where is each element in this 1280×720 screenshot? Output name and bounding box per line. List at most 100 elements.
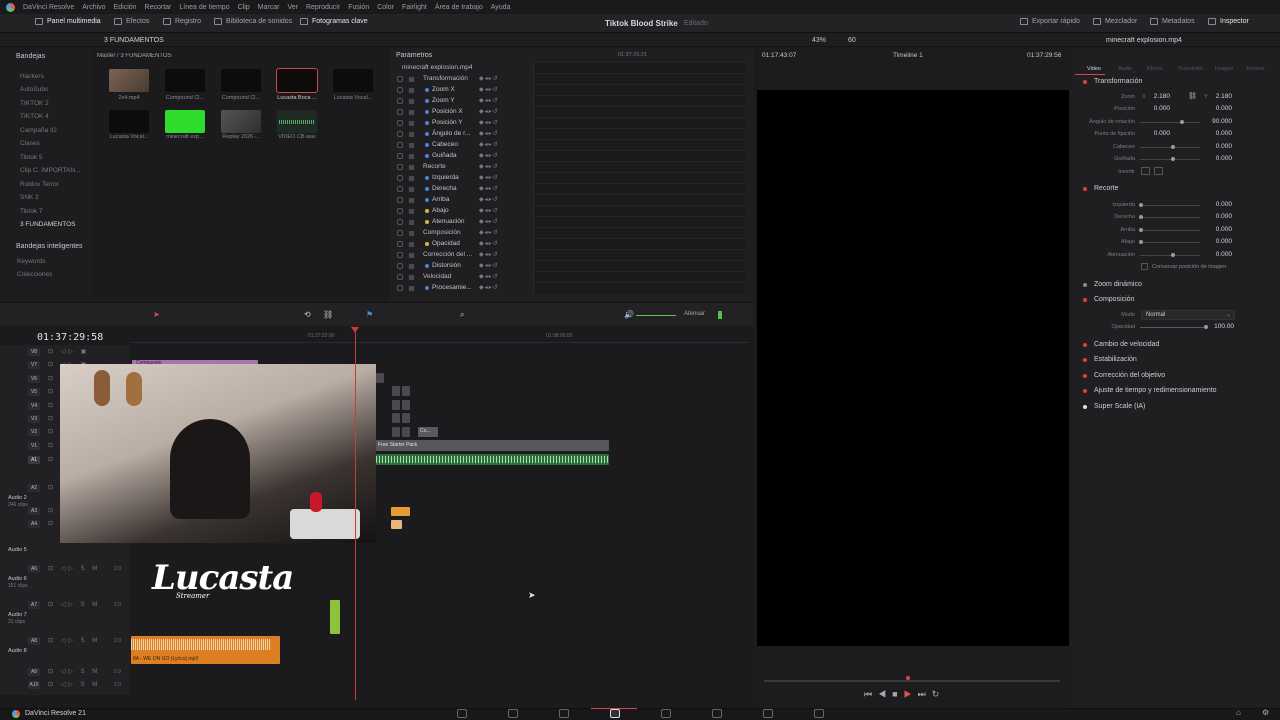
deliver-page-icon[interactable] bbox=[814, 709, 824, 718]
video-clip[interactable] bbox=[402, 427, 410, 437]
tab-image[interactable]: Imagen bbox=[1215, 66, 1233, 72]
crop-bottom-knob[interactable] bbox=[1139, 240, 1143, 244]
keyframe-nav-icon[interactable]: ◆◂▸↺ bbox=[479, 284, 499, 291]
a1-audio-clip[interactable] bbox=[376, 454, 609, 465]
track-tag[interactable]: V8 bbox=[28, 348, 40, 356]
track-controls-icon[interactable]: ⊡ ◁▷ S M bbox=[48, 637, 100, 644]
bin-item[interactable]: Hackers bbox=[20, 73, 44, 80]
lock-icon[interactable] bbox=[409, 143, 414, 148]
lock-icon[interactable] bbox=[409, 77, 414, 82]
track-tag[interactable]: A6 bbox=[28, 565, 40, 573]
mixer-button[interactable]: Mezclador bbox=[1093, 18, 1137, 25]
keyframe-nav-icon[interactable]: ◆◂▸↺ bbox=[479, 86, 499, 93]
menu-workspace[interactable]: Área de trabajo bbox=[435, 4, 483, 11]
viewer-scrubber[interactable] bbox=[764, 680, 1060, 682]
yaw-slider[interactable] bbox=[1140, 159, 1200, 160]
lock-icon[interactable] bbox=[409, 88, 414, 93]
pivot-y-value[interactable]: 0.000 bbox=[1202, 130, 1232, 137]
crop-bottom-slider[interactable] bbox=[1140, 242, 1200, 243]
playhead-handle[interactable] bbox=[351, 327, 359, 333]
viewer-playhead-marker[interactable] bbox=[906, 676, 910, 680]
media-page-icon[interactable] bbox=[457, 709, 467, 718]
crop-bottom-value[interactable]: 0.000 bbox=[1202, 238, 1232, 245]
fusion-page-icon[interactable] bbox=[661, 709, 671, 718]
lock-icon[interactable] bbox=[409, 154, 414, 159]
crop-right-value[interactable]: 0.000 bbox=[1202, 213, 1232, 220]
bin-item[interactable]: Roblox Terror bbox=[20, 181, 59, 188]
lock-icon[interactable] bbox=[409, 99, 414, 104]
crop-top-slider[interactable] bbox=[1140, 230, 1200, 231]
menu-view[interactable]: Ver bbox=[287, 4, 298, 11]
section-disabled-icon[interactable] bbox=[1083, 283, 1087, 287]
a8-audio-clip[interactable]: 8A - WE ON GO (Lyrics).mp3 bbox=[131, 636, 280, 664]
link-clips-icon[interactable]: ⛓ bbox=[323, 310, 333, 319]
bin-item[interactable]: TIKTOK 2 bbox=[20, 100, 49, 107]
param-row[interactable]: Posición X ◆◂▸↺ bbox=[393, 107, 505, 118]
retain-checkbox[interactable] bbox=[1141, 263, 1148, 270]
param-row[interactable]: Cabeceo ◆◂▸↺ bbox=[393, 140, 505, 151]
keyframe-toggle-icon[interactable] bbox=[397, 131, 403, 137]
volume-slider[interactable] bbox=[636, 315, 676, 316]
clip-thumbnail[interactable] bbox=[109, 69, 149, 92]
menu-trim[interactable]: Recortar bbox=[145, 4, 172, 11]
audio-track-header[interactable]: Audio 5 bbox=[0, 547, 130, 559]
menu-playback[interactable]: Reproducir bbox=[306, 4, 340, 11]
keyframe-nav-icon[interactable]: ◆◂▸↺ bbox=[479, 240, 499, 247]
pivot-x-value[interactable]: 0.000 bbox=[1140, 130, 1170, 137]
speed-change-title[interactable]: Cambio de velocidad bbox=[1094, 341, 1159, 348]
keyframe-nav-icon[interactable]: ◆◂▸↺ bbox=[479, 119, 499, 126]
video-clip[interactable] bbox=[392, 400, 400, 410]
menu-clip[interactable]: Clip bbox=[238, 4, 250, 11]
media-pool-button[interactable]: Panel multimedia bbox=[35, 18, 101, 25]
tab-video[interactable]: Video bbox=[1087, 66, 1101, 72]
keyframe-toggle-icon[interactable] bbox=[397, 208, 403, 214]
metadata-button[interactable]: Metadatos bbox=[1150, 18, 1195, 25]
param-row[interactable]: Zoom X ◆◂▸↺ bbox=[393, 85, 505, 96]
track-tag[interactable]: V4 bbox=[28, 401, 40, 410]
index-button[interactable]: Registro bbox=[163, 18, 201, 25]
flip-vertical-icon[interactable] bbox=[1154, 167, 1163, 175]
opacity-slider[interactable] bbox=[1140, 327, 1208, 328]
keyframe-toggle-icon[interactable] bbox=[397, 186, 403, 192]
pitch-slider-knob[interactable] bbox=[1171, 145, 1175, 149]
clip-thumbnail[interactable] bbox=[165, 69, 205, 92]
track-tag[interactable]: A3 bbox=[28, 507, 40, 515]
flip-horizontal-icon[interactable] bbox=[1141, 167, 1150, 175]
zoom-icon[interactable]: ⌕ bbox=[460, 310, 464, 320]
clip-thumbnail[interactable] bbox=[221, 69, 261, 92]
video-track-header[interactable]: V8 ⊡ ◁▷ ▣ bbox=[0, 348, 130, 360]
keyframe-nav-icon[interactable]: ◆◂▸↺ bbox=[479, 174, 499, 181]
section-enabled-icon[interactable] bbox=[1083, 187, 1087, 191]
lock-icon[interactable] bbox=[409, 286, 414, 291]
bin-item[interactable]: AutoSubs bbox=[20, 86, 48, 93]
menu-file[interactable]: Archivo bbox=[82, 4, 105, 11]
keyframes-button[interactable]: Fotogramas clave bbox=[300, 18, 368, 25]
tab-audio[interactable]: Audio bbox=[1118, 66, 1132, 72]
keyframe-toggle-icon[interactable] bbox=[397, 274, 403, 280]
bin-item[interactable]: SNK 2 bbox=[20, 194, 39, 201]
video-clip[interactable]: Co... bbox=[418, 427, 438, 437]
lock-icon[interactable] bbox=[409, 220, 414, 225]
lock-icon[interactable] bbox=[409, 187, 414, 192]
clip-thumbnail[interactable] bbox=[109, 110, 149, 133]
crop-soft-knob[interactable] bbox=[1171, 253, 1175, 257]
track-controls-icon[interactable]: ⊡ ◁▷ ▣ bbox=[48, 348, 89, 355]
param-row[interactable]: Zoom Y ◆◂▸↺ bbox=[393, 96, 505, 107]
crop-title[interactable]: Recorte bbox=[1094, 185, 1119, 192]
param-row[interactable]: Opacidad ◆◂▸↺ bbox=[393, 239, 505, 250]
selection-tool-icon[interactable]: ➤ bbox=[153, 310, 160, 319]
section-enabled-icon[interactable] bbox=[1083, 358, 1087, 362]
section-enabled-icon[interactable] bbox=[1083, 343, 1087, 347]
pitch-value[interactable]: 0.000 bbox=[1202, 143, 1232, 150]
audio-track-header[interactable]: A9 ⊡ ◁▷ S M 2.0 bbox=[0, 668, 130, 680]
param-row[interactable]: Izquierda ◆◂▸↺ bbox=[393, 173, 505, 184]
keyframe-toggle-icon[interactable] bbox=[397, 142, 403, 148]
viewer-fps[interactable]: 60 bbox=[848, 37, 856, 44]
lock-icon[interactable] bbox=[409, 231, 414, 236]
tab-file[interactable]: Archivo bbox=[1246, 66, 1264, 72]
menu-color[interactable]: Color bbox=[377, 4, 394, 11]
param-row[interactable]: Derecha ◆◂▸↺ bbox=[393, 184, 505, 195]
attenuate-label[interactable]: Atenuar bbox=[684, 311, 705, 317]
lock-icon[interactable] bbox=[409, 165, 414, 170]
crop-right-slider[interactable] bbox=[1140, 217, 1200, 218]
